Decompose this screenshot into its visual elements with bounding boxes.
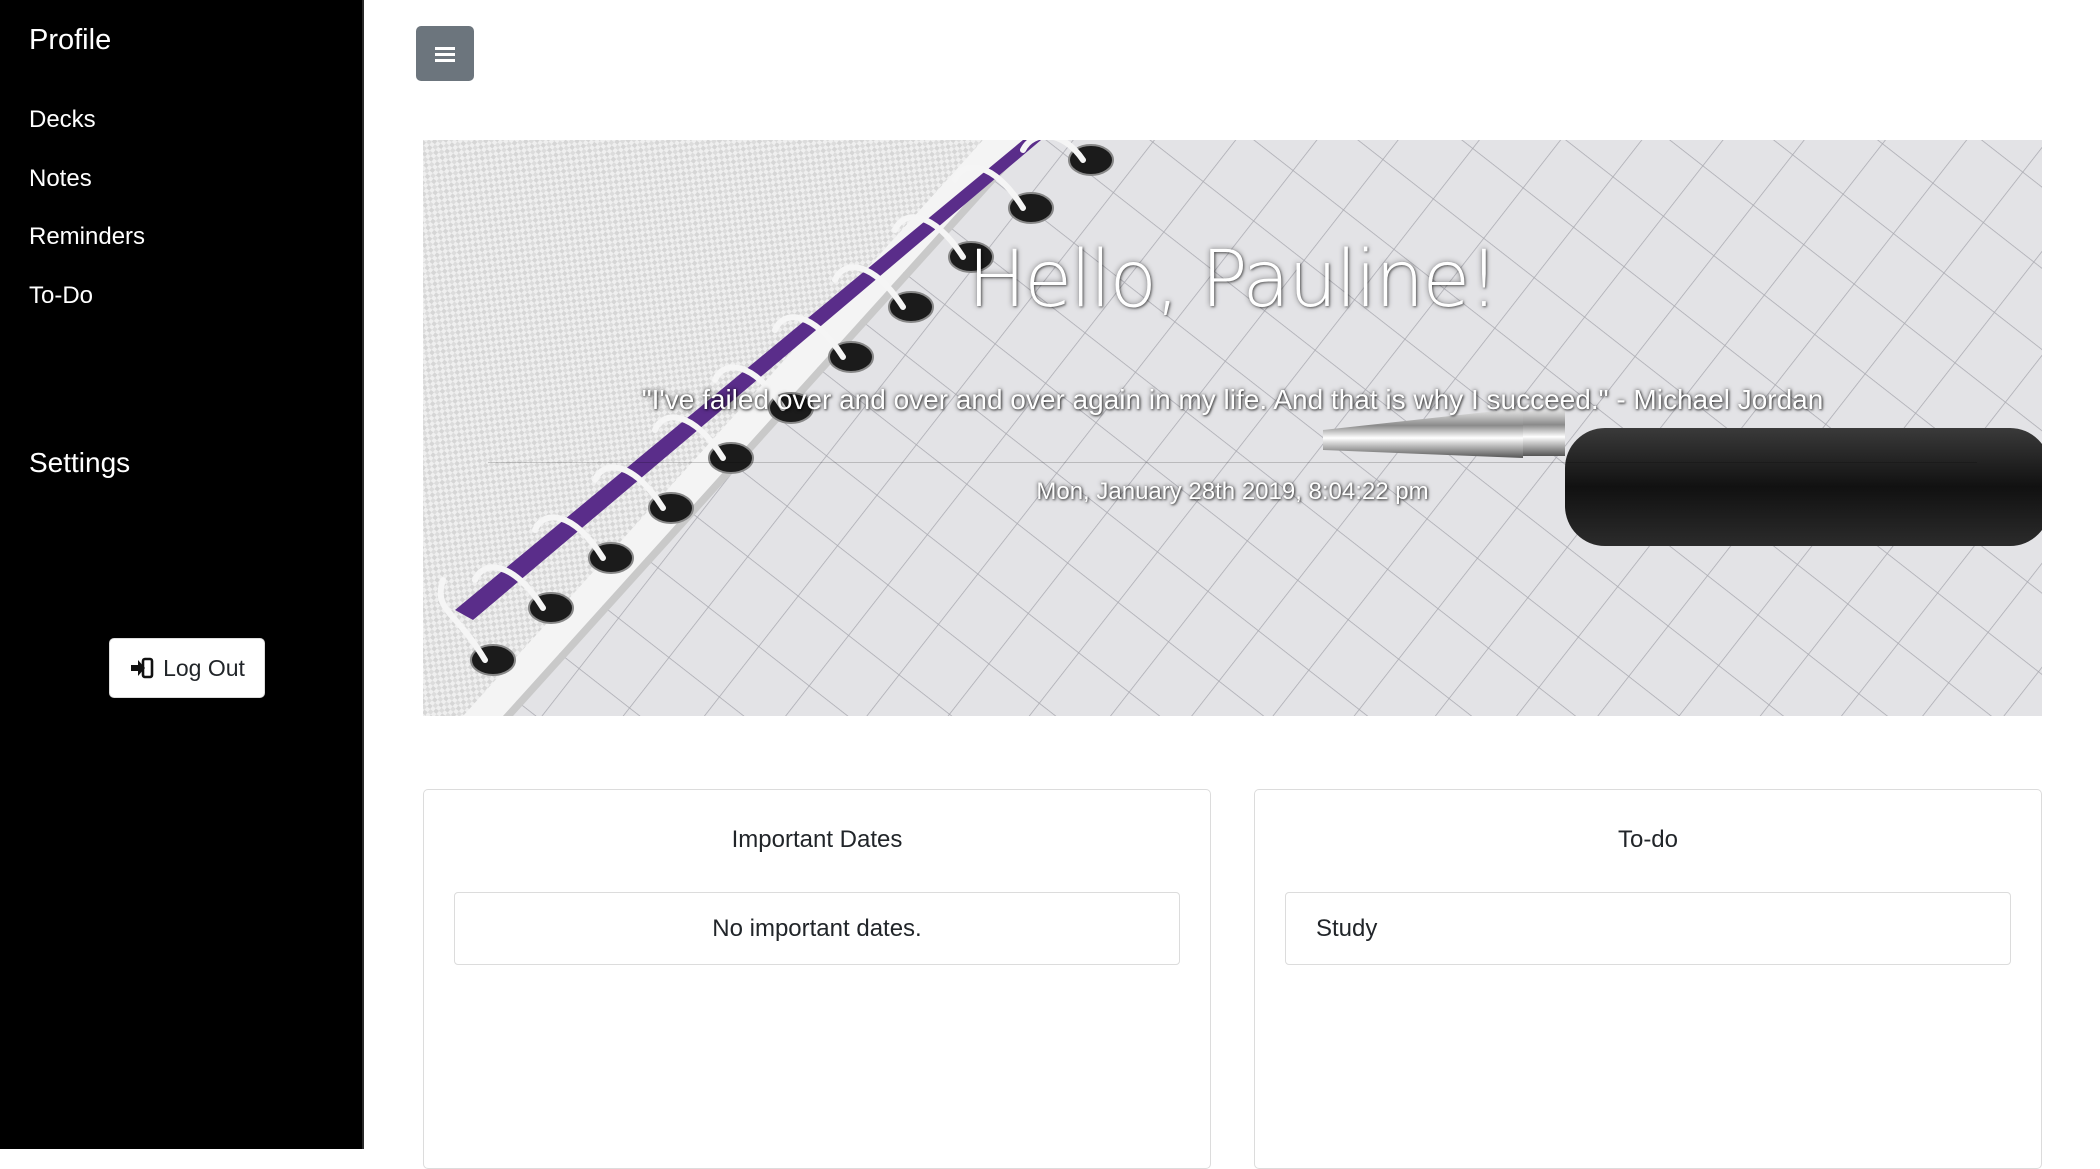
sign-out-icon [129,657,155,679]
hero-banner: Hello, Pauline! "I've failed over and ov… [423,140,2042,716]
sidebar-toggle-button[interactable] [416,26,474,81]
hero-divider [488,462,1977,463]
todo-card: To-do Study [1254,789,2042,1169]
sidebar-brand-profile[interactable]: Profile [29,24,111,57]
important-dates-title: Important Dates [731,826,903,853]
greeting-heading: Hello, Pauline! [967,235,1499,325]
sidebar-item-decks[interactable]: Decks [29,106,96,134]
sidebar-item-notes[interactable]: Notes [29,165,92,193]
logout-label: Log Out [163,654,245,681]
important-dates-card: Important Dates No important dates. [423,789,1211,1169]
current-datetime: Mon, January 28th 2019, 8:04:22 pm [1036,478,1429,505]
sidebar-item-reminders[interactable]: Reminders [29,223,145,251]
todo-list-item[interactable]: Study [1285,892,2011,965]
important-dates-empty: No important dates. [454,892,1180,965]
hero-background-image [423,140,2042,716]
sidebar-item-todo[interactable]: To-Do [29,282,93,310]
hamburger-icon [435,46,455,62]
sidebar: Profile Decks Notes Reminders To-Do Sett… [0,0,364,1149]
todo-title: To-do [1617,826,1679,853]
motivational-quote: "I've failed over and over and over agai… [641,384,1824,415]
sidebar-item-settings[interactable]: Settings [29,447,130,479]
logout-button[interactable]: Log Out [109,638,265,698]
